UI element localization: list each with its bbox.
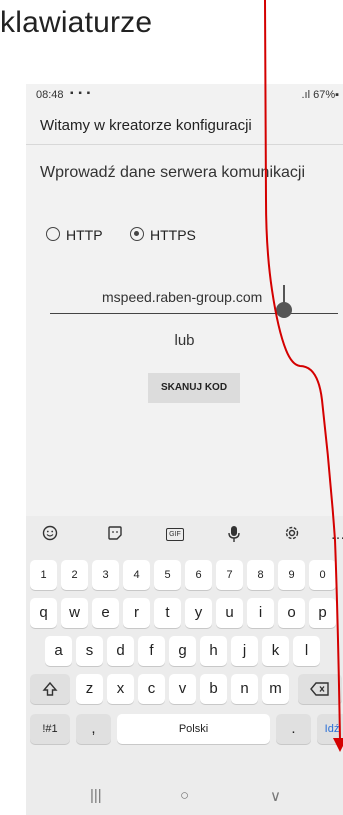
cursor-handle[interactable]	[276, 302, 292, 318]
back-icon[interactable]: ∨	[270, 787, 281, 805]
key-g[interactable]: g	[169, 636, 196, 666]
period-key[interactable]: .	[276, 714, 311, 744]
notification-icons: ▪ ▪ ▪	[70, 88, 92, 99]
server-address-input[interactable]: mspeed.raben-group.com	[50, 283, 338, 314]
key-c[interactable]: c	[138, 674, 165, 704]
key-6[interactable]: 6	[185, 560, 212, 590]
radio-http[interactable]: HTTP	[46, 225, 116, 245]
key-m[interactable]: m	[262, 674, 289, 704]
sticker-icon[interactable]	[105, 525, 125, 545]
radio-unchecked-icon	[46, 227, 60, 241]
radio-https[interactable]: HTTPS	[130, 225, 210, 245]
battery-indicator: .ıl 67%▪	[301, 89, 339, 101]
smiley-icon[interactable]	[40, 525, 60, 545]
status-time: 08:48	[36, 89, 64, 101]
radio-checked-icon	[130, 227, 144, 241]
key-d[interactable]: d	[107, 636, 134, 666]
key-e[interactable]: e	[92, 598, 119, 628]
symbols-key[interactable]: !#1	[30, 714, 70, 744]
comma-key[interactable]: ,	[76, 714, 111, 744]
key-1[interactable]: 1	[30, 560, 57, 590]
status-bar: 08:48 ▪ ▪ ▪ .ıl 67%▪	[26, 84, 343, 106]
key-x[interactable]: x	[107, 674, 134, 704]
form-heading: Wprowadź dane serwera komunikacji	[40, 164, 305, 181]
app-bar: Witamy w kreatorze konfiguracji	[26, 106, 343, 145]
space-key[interactable]: Polski	[117, 714, 270, 744]
key-s[interactable]: s	[76, 636, 103, 666]
key-q[interactable]: q	[30, 598, 57, 628]
key-5[interactable]: 5	[154, 560, 181, 590]
microphone-icon[interactable]	[224, 525, 244, 545]
config-form: Wprowadź dane serwera komunikacji HTTP H…	[26, 145, 343, 515]
go-key[interactable]: Idź	[317, 714, 343, 744]
radio-http-label: HTTP	[66, 227, 103, 243]
caption-text: klawiaturze	[0, 6, 153, 39]
home-icon[interactable]: ○	[180, 787, 189, 804]
shift-icon	[42, 681, 58, 696]
radio-https-label: HTTPS	[150, 227, 196, 243]
key-l[interactable]: l	[293, 636, 320, 666]
key-9[interactable]: 9	[278, 560, 305, 590]
backspace-key[interactable]	[298, 674, 342, 704]
key-u[interactable]: u	[216, 598, 243, 628]
key-r[interactable]: r	[123, 598, 150, 628]
key-k[interactable]: k	[262, 636, 289, 666]
server-address-value: mspeed.raben-group.com	[102, 289, 263, 305]
on-screen-keyboard: GIF … 1234567890 qwertyuiop asdfghjkl zxcvb…	[26, 516, 343, 815]
key-w[interactable]: w	[61, 598, 88, 628]
key-0[interactable]: 0	[309, 560, 336, 590]
scan-code-button[interactable]: SKANUJ KOD	[148, 373, 240, 403]
more-icon[interactable]: …	[328, 525, 343, 545]
key-t[interactable]: t	[154, 598, 181, 628]
key-p[interactable]: p	[309, 598, 336, 628]
key-v[interactable]: v	[169, 674, 196, 704]
gif-icon[interactable]: GIF	[165, 525, 185, 545]
key-b[interactable]: b	[200, 674, 227, 704]
recent-apps-icon[interactable]: |||	[90, 787, 102, 804]
key-z[interactable]: z	[76, 674, 103, 704]
key-f[interactable]: f	[138, 636, 165, 666]
navigation-bar: ||| ○ ∨	[26, 778, 343, 815]
gif-label: GIF	[166, 528, 184, 541]
key-n[interactable]: n	[231, 674, 258, 704]
phone-screen: 08:48 ▪ ▪ ▪ .ıl 67%▪ Witamy w kreatorze …	[26, 84, 343, 815]
key-8[interactable]: 8	[247, 560, 274, 590]
key-4[interactable]: 4	[123, 560, 150, 590]
shift-key[interactable]	[30, 674, 70, 704]
keyboard-toolbar: GIF …	[26, 516, 343, 554]
or-label: lub	[174, 332, 195, 349]
key-7[interactable]: 7	[216, 560, 243, 590]
key-a[interactable]: a	[45, 636, 72, 666]
key-i[interactable]: i	[247, 598, 274, 628]
key-o[interactable]: o	[278, 598, 305, 628]
key-2[interactable]: 2	[61, 560, 88, 590]
key-y[interactable]: y	[185, 598, 212, 628]
settings-icon[interactable]	[282, 525, 302, 545]
key-h[interactable]: h	[200, 636, 227, 666]
key-3[interactable]: 3	[92, 560, 119, 590]
key-j[interactable]: j	[231, 636, 258, 666]
page-title: Witamy w kreatorze konfiguracji	[40, 117, 252, 134]
backspace-icon	[310, 682, 329, 696]
